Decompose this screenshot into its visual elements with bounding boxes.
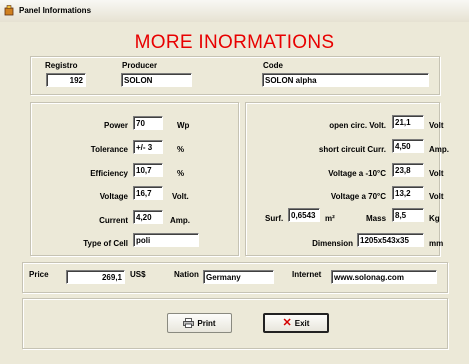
- producer-field[interactable]: SOLON: [121, 73, 192, 87]
- nation-field[interactable]: Germany: [203, 270, 274, 284]
- short-circuit-current-unit: Amp.: [429, 145, 449, 154]
- current-field[interactable]: 4,20: [133, 210, 163, 224]
- surface-field[interactable]: 0,6543: [288, 208, 320, 222]
- price-field[interactable]: 269,1: [66, 270, 125, 284]
- nation-label: Nation: [174, 270, 199, 279]
- dimension-field[interactable]: 1205x543x35: [357, 233, 424, 247]
- current-label: Current: [99, 216, 128, 225]
- voltage-70-label: Voltage a 70°C: [330, 192, 386, 201]
- surface-unit: m²: [325, 214, 335, 223]
- voltage-minus10-unit: Volt: [429, 169, 444, 178]
- mass-unit: Kg: [429, 214, 440, 223]
- surface-label: Surf.: [265, 214, 284, 223]
- dimension-unit: mm: [429, 239, 444, 248]
- internet-field[interactable]: www.solonag.com: [331, 270, 437, 284]
- registro-label: Registro: [45, 61, 78, 70]
- exit-button-label: Exit: [294, 318, 310, 328]
- cell-type-label: Type of Cell: [83, 239, 128, 248]
- window-title: Panel Informations: [19, 6, 92, 15]
- price-label: Price: [29, 270, 49, 279]
- open-circuit-voltage-label: open circ. Volt.: [329, 121, 386, 130]
- mass-label: Mass: [366, 214, 387, 223]
- mass-field[interactable]: 8,5: [392, 208, 424, 222]
- voltage-field[interactable]: 16,7: [133, 186, 163, 200]
- open-circuit-voltage-field[interactable]: 21,1: [392, 115, 424, 129]
- voltage-minus10-label: Voltage a -10°C: [328, 169, 386, 178]
- voltage-minus10-field[interactable]: 23,8: [392, 163, 424, 177]
- code-label: Code: [263, 61, 283, 70]
- short-circuit-current-field[interactable]: 4,50: [392, 139, 424, 153]
- title-bar: Panel Informations: [0, 0, 469, 23]
- close-icon: ✕: [282, 316, 292, 329]
- short-circuit-current-label: short circuit Curr.: [318, 145, 386, 154]
- page-heading: MORE INORMATIONS: [134, 32, 335, 53]
- exit-button[interactable]: ✕ Exit: [263, 313, 329, 333]
- tolerance-label: Tolerance: [90, 145, 128, 154]
- code-field[interactable]: SOLON alpha: [262, 73, 429, 87]
- power-label: Power: [103, 121, 128, 130]
- internet-label: Internet: [292, 270, 322, 279]
- cell-type-field[interactable]: poli: [133, 233, 199, 247]
- efficiency-label: Efficiency: [90, 169, 128, 178]
- producer-label: Producer: [122, 61, 158, 70]
- action-buttons-group: [22, 298, 448, 349]
- dimension-label: Dimension: [312, 239, 353, 248]
- tolerance-unit: %: [177, 145, 185, 154]
- efficiency-field[interactable]: 10,7: [133, 163, 163, 177]
- price-unit: US$: [130, 270, 146, 279]
- voltage-70-unit: Volt: [429, 192, 444, 201]
- print-button-label: Print: [197, 318, 216, 328]
- registro-field[interactable]: 192: [46, 73, 86, 87]
- tolerance-field[interactable]: +/- 3: [133, 140, 163, 154]
- app-icon: [4, 5, 14, 16]
- print-button[interactable]: Print: [167, 313, 232, 333]
- printer-icon: [183, 318, 195, 328]
- efficiency-unit: %: [177, 169, 185, 178]
- voltage-label: Voltage: [99, 192, 128, 201]
- power-field[interactable]: 70: [133, 116, 163, 130]
- open-circuit-voltage-unit: Volt: [429, 121, 444, 130]
- voltage-70-field[interactable]: 13,2: [392, 186, 424, 200]
- current-unit: Amp.: [170, 216, 190, 225]
- power-unit: Wp: [177, 121, 190, 130]
- voltage-unit: Volt.: [172, 192, 189, 201]
